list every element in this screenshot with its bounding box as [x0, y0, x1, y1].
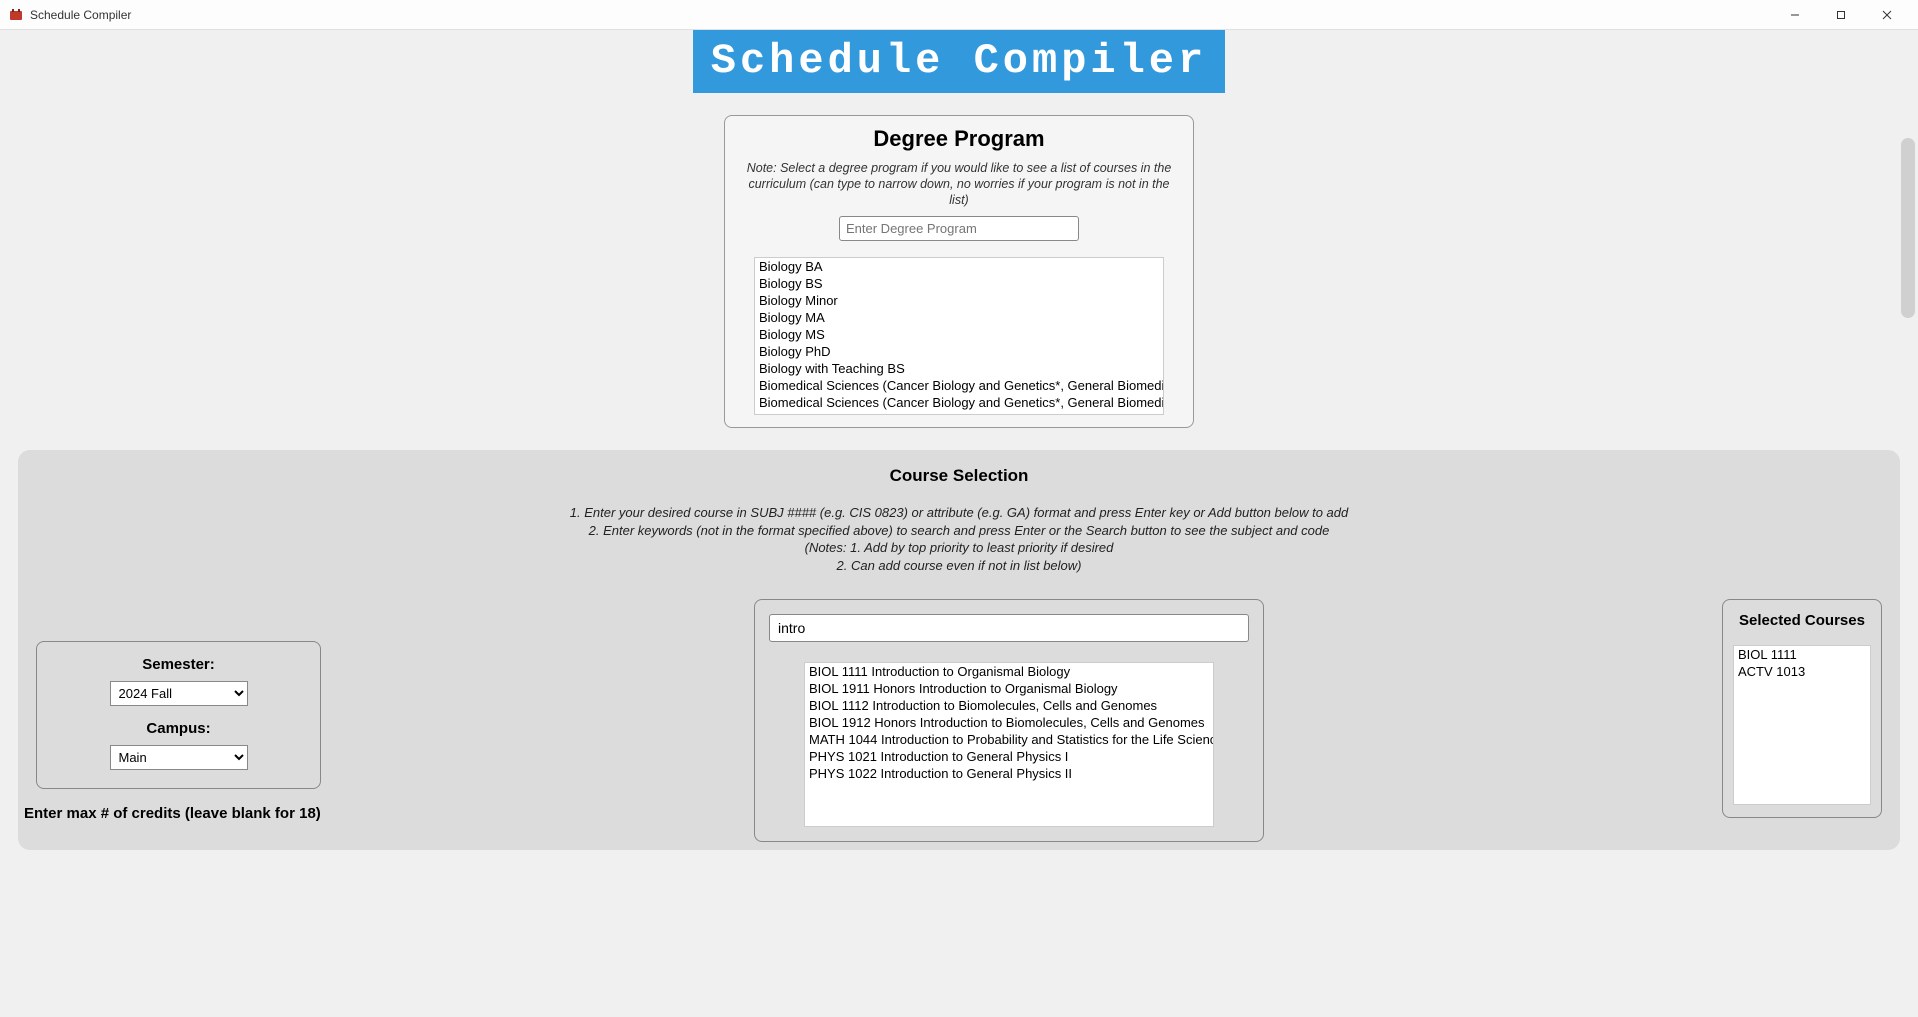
- selected-courses-list[interactable]: BIOL 1111 ACTV 1013: [1733, 645, 1871, 805]
- degree-heading: Degree Program: [739, 126, 1179, 152]
- maximize-button[interactable]: [1818, 1, 1864, 29]
- instruction-line: 2. Enter keywords (not in the format spe…: [36, 522, 1882, 540]
- selected-courses-heading: Selected Courses: [1733, 612, 1871, 629]
- list-item[interactable]: BIOL 1111: [1734, 646, 1870, 663]
- list-item[interactable]: Biology BS: [755, 275, 1163, 292]
- degree-note: Note: Select a degree program if you wou…: [739, 160, 1179, 209]
- banner: Schedule Compiler: [0, 30, 1918, 93]
- window-title: Schedule Compiler: [30, 8, 1772, 22]
- course-search-input[interactable]: [769, 614, 1249, 642]
- left-column: Semester: 2024 Fall Campus: Main Enter m…: [36, 599, 336, 822]
- close-button[interactable]: [1864, 1, 1910, 29]
- instruction-line: 2. Can add course even if not in list be…: [36, 557, 1882, 575]
- window-controls: [1772, 1, 1910, 29]
- list-item[interactable]: Biology MA: [755, 309, 1163, 326]
- lower-columns: Semester: 2024 Fall Campus: Main Enter m…: [36, 599, 1882, 842]
- vertical-scrollbar[interactable]: [1901, 138, 1915, 318]
- course-selection-section: Course Selection 1. Enter your desired c…: [18, 450, 1900, 850]
- list-item[interactable]: Biomedical Sciences (Cancer Biology and …: [755, 411, 1163, 415]
- campus-label: Campus:: [47, 720, 310, 737]
- instruction-line: (Notes: 1. Add by top priority to least …: [36, 539, 1882, 557]
- max-credits-label: Enter max # of credits (leave blank for …: [24, 805, 336, 822]
- course-instructions: 1. Enter your desired course in SUBJ ###…: [36, 504, 1882, 574]
- list-item[interactable]: BIOL 1111 Introduction to Organismal Bio…: [805, 663, 1213, 680]
- semester-campus-panel: Semester: 2024 Fall Campus: Main: [36, 641, 321, 789]
- list-item[interactable]: Biology BA: [755, 258, 1163, 275]
- list-item[interactable]: PHYS 1021 Introduction to General Physic…: [805, 748, 1213, 765]
- titlebar: Schedule Compiler: [0, 0, 1918, 30]
- campus-select[interactable]: Main: [110, 745, 248, 770]
- course-selection-heading: Course Selection: [36, 466, 1882, 486]
- list-item[interactable]: BIOL 1112 Introduction to Biomolecules, …: [805, 697, 1213, 714]
- search-results-list[interactable]: BIOL 1111 Introduction to Organismal Bio…: [804, 662, 1214, 827]
- list-item[interactable]: Biology PhD: [755, 343, 1163, 360]
- main-content: Schedule Compiler Degree Program Note: S…: [0, 30, 1918, 1017]
- instruction-line: 1. Enter your desired course in SUBJ ###…: [36, 504, 1882, 522]
- list-item[interactable]: Biology Minor: [755, 292, 1163, 309]
- minimize-button[interactable]: [1772, 1, 1818, 29]
- list-item[interactable]: Biology with Teaching BS: [755, 360, 1163, 377]
- list-item[interactable]: MATH 1044 Introduction to Probability an…: [805, 731, 1213, 748]
- list-item[interactable]: Biomedical Sciences (Cancer Biology and …: [755, 377, 1163, 394]
- center-column: BIOL 1111 Introduction to Organismal Bio…: [336, 599, 1682, 842]
- list-item[interactable]: Biomedical Sciences (Cancer Biology and …: [755, 394, 1163, 411]
- app-title-banner: Schedule Compiler: [693, 30, 1225, 93]
- course-search-panel: BIOL 1111 Introduction to Organismal Bio…: [754, 599, 1264, 842]
- degree-program-input[interactable]: [839, 216, 1079, 241]
- selected-courses-panel: Selected Courses BIOL 1111 ACTV 1013: [1722, 599, 1882, 818]
- semester-select[interactable]: 2024 Fall: [110, 681, 248, 706]
- list-item[interactable]: Biology MS: [755, 326, 1163, 343]
- right-column: Selected Courses BIOL 1111 ACTV 1013: [1682, 599, 1882, 818]
- list-item[interactable]: BIOL 1912 Honors Introduction to Biomole…: [805, 714, 1213, 731]
- list-item[interactable]: ACTV 1013: [1734, 663, 1870, 680]
- list-item[interactable]: BIOL 1911 Honors Introduction to Organis…: [805, 680, 1213, 697]
- degree-program-panel: Degree Program Note: Select a degree pro…: [724, 115, 1194, 429]
- semester-label: Semester:: [47, 656, 310, 673]
- degree-program-list[interactable]: Biology BA Biology BS Biology Minor Biol…: [754, 257, 1164, 415]
- app-icon: [8, 7, 24, 23]
- list-item[interactable]: PHYS 1022 Introduction to General Physic…: [805, 765, 1213, 782]
